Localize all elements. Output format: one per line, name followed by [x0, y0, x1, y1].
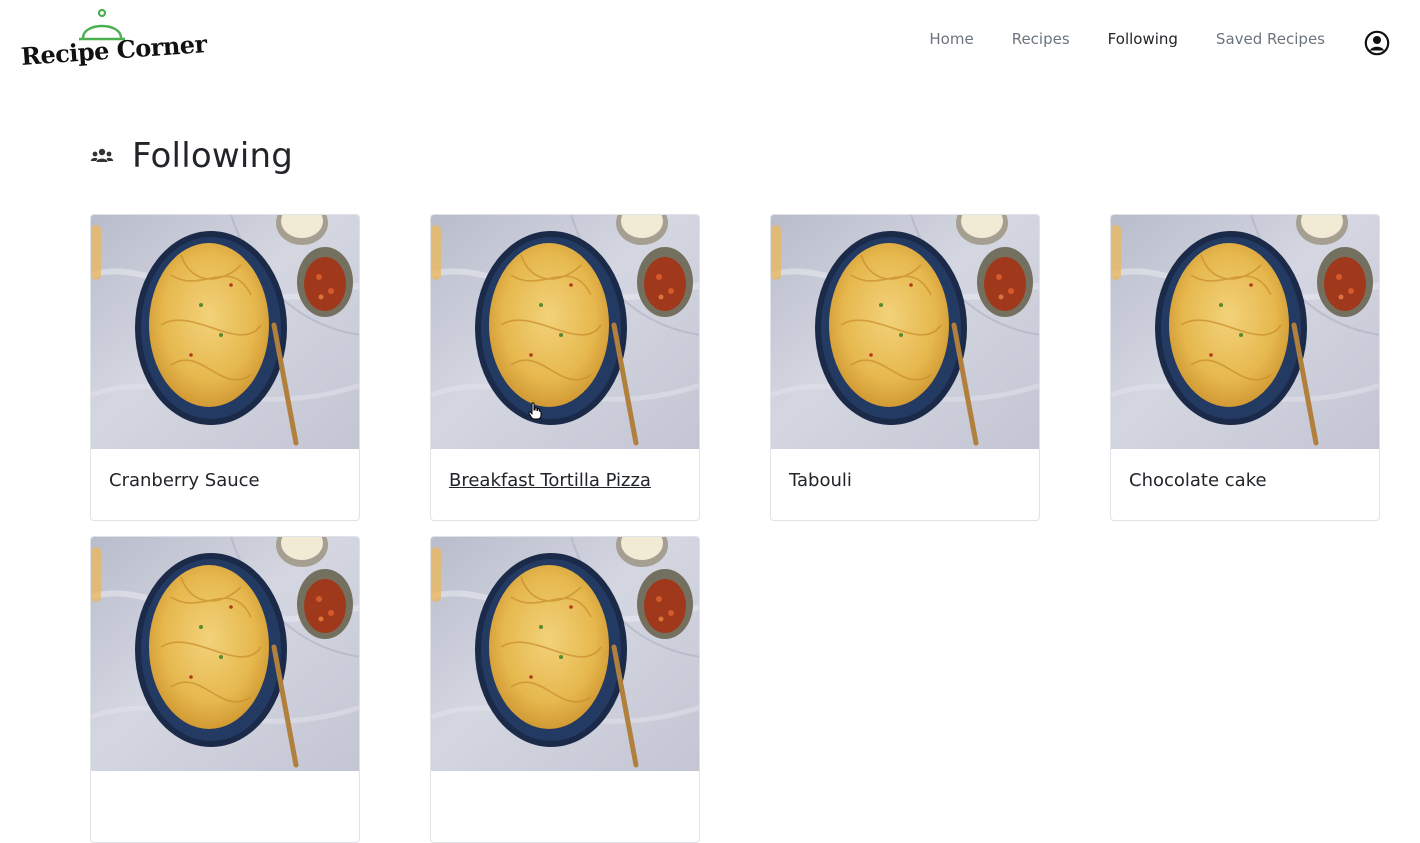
navbar: Recipe Corner Home Recipes Following Sav…: [0, 0, 1420, 84]
recipe-card[interactable]: [430, 536, 700, 843]
nav-recipes[interactable]: Recipes: [1012, 30, 1070, 48]
nav-saved-recipes[interactable]: Saved Recipes: [1216, 30, 1325, 48]
recipe-title[interactable]: Breakfast Tortilla Pizza: [449, 470, 651, 491]
recipe-title[interactable]: Cranberry Sauce: [109, 470, 260, 491]
page-heading: Following: [90, 136, 293, 176]
recipe-title[interactable]: Chocolate cake: [1129, 470, 1267, 491]
recipe-card[interactable]: Chocolate cake: [1110, 214, 1380, 521]
nav-home[interactable]: Home: [929, 30, 973, 48]
recipe-card[interactable]: [90, 536, 360, 843]
card-body: Cranberry Sauce: [91, 449, 359, 520]
user-circle-icon[interactable]: [1364, 30, 1390, 56]
recipe-card[interactable]: Cranberry Sauce: [90, 214, 360, 521]
hand-cursor-icon: [528, 402, 542, 420]
nav-following[interactable]: Following: [1108, 30, 1178, 48]
users-icon: [90, 148, 114, 162]
recipe-image[interactable]: [91, 537, 360, 771]
card-body: [91, 771, 359, 842]
card-body: Breakfast Tortilla Pizza: [431, 449, 699, 520]
recipe-image[interactable]: [431, 537, 700, 771]
recipe-image[interactable]: [771, 215, 1040, 449]
page-title: Following: [132, 136, 294, 176]
recipe-image[interactable]: [431, 215, 700, 449]
recipe-image[interactable]: [91, 215, 360, 449]
recipe-image[interactable]: [1111, 215, 1380, 449]
recipe-card[interactable]: Tabouli: [770, 214, 1040, 521]
brand-name: Recipe Corner: [19, 29, 208, 71]
brand-logo[interactable]: Recipe Corner: [20, 8, 208, 80]
recipe-title[interactable]: Tabouli: [789, 470, 852, 491]
card-body: Tabouli: [771, 449, 1039, 520]
nav-links: Home Recipes Following Saved Recipes: [929, 30, 1325, 48]
card-body: [431, 771, 699, 842]
card-body: Chocolate cake: [1111, 449, 1379, 520]
recipe-card[interactable]: Breakfast Tortilla Pizza: [430, 214, 700, 521]
